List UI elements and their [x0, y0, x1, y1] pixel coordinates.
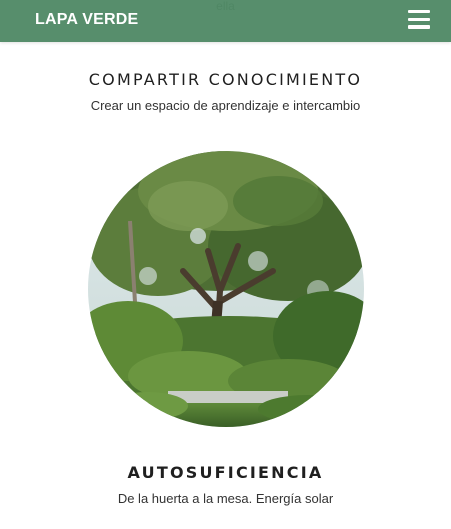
menu-bar-line: [408, 17, 430, 22]
menu-bar-line: [408, 10, 430, 14]
tree-photo: [88, 151, 364, 427]
navbar: LAPA VERDE: [0, 0, 451, 42]
section-title-autosuficiencia: AUTOSUFICIENCIA: [127, 463, 324, 482]
brand-logo-link[interactable]: LAPA VERDE: [35, 11, 138, 29]
section-subtitle-compartir: Crear un espacio de aprendizaje e interc…: [90, 98, 361, 113]
page: ella LAPA VERDE COMPARTIR CONOCIMIENTO C…: [0, 0, 451, 529]
menu-bar-line: [408, 25, 430, 29]
hamburger-menu-icon[interactable]: [408, 10, 430, 30]
section-subtitle-autosuficiencia: De la huerta a la mesa. Energía solar: [117, 491, 334, 506]
section-title-compartir: COMPARTIR CONOCIMIENTO: [88, 70, 363, 89]
